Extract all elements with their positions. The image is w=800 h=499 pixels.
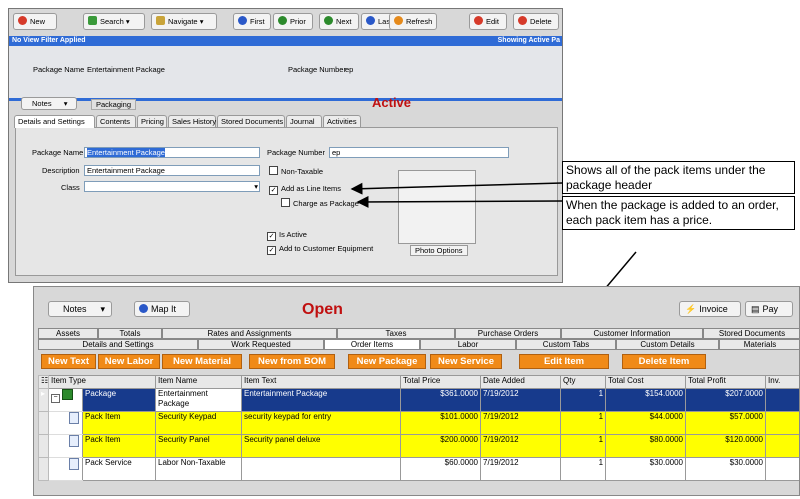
new-text-button[interactable]: New Text xyxy=(41,354,96,369)
order-notes-button[interactable]: Notes ▾ xyxy=(48,301,112,317)
collapse-icon[interactable]: − xyxy=(51,394,60,403)
table-row[interactable]: ▸ − Package Entertainment Package Entert… xyxy=(38,388,799,412)
column-item-type[interactable]: Item Type xyxy=(47,375,157,389)
column-item-name[interactable]: Item Name xyxy=(155,375,243,389)
column-item-text[interactable]: Item Text xyxy=(241,375,402,389)
arrow-to-charge-as-package xyxy=(356,195,563,208)
order-window: Notes ▾ Map It Open ⚡ Invoice ▤ Pay Assets … xyxy=(33,286,800,496)
column-total-cost[interactable]: Total Cost xyxy=(605,375,687,389)
tab-totals[interactable]: Totals xyxy=(98,328,162,339)
printer-icon: ▤ xyxy=(751,304,760,314)
column-inv[interactable]: Inv. xyxy=(765,375,799,389)
tab-purchase-orders[interactable]: Purchase Orders xyxy=(455,328,561,339)
tab-custom-details[interactable]: Custom Details xyxy=(616,339,719,350)
column-chooser-icon[interactable]: ☷ xyxy=(38,375,49,389)
new-labor-button[interactable]: New Labor xyxy=(98,354,160,369)
tab-order-items[interactable]: Order Items xyxy=(324,339,420,350)
delete-item-button[interactable]: Delete Item xyxy=(622,354,706,369)
column-total-profit[interactable]: Total Profit xyxy=(685,375,767,389)
tab-details-and-settings[interactable]: Details and Settings xyxy=(14,115,95,128)
tab-assets[interactable]: Assets xyxy=(38,328,98,339)
tab-order-details-and-settings[interactable]: Details and Settings xyxy=(38,339,198,350)
pay-button[interactable]: ▤ Pay xyxy=(745,301,793,317)
table-row[interactable]: Pack Item Security Keypad security keypa… xyxy=(38,411,799,435)
new-from-bom-button[interactable]: New from BOM xyxy=(249,354,335,369)
status-open: Open xyxy=(302,301,343,318)
package-check-icon xyxy=(62,389,73,400)
column-total-price[interactable]: Total Price xyxy=(400,375,482,389)
new-material-button[interactable]: New Material xyxy=(162,354,242,369)
table-row[interactable]: Pack Service Labor Non-Taxable $60.0000 … xyxy=(38,457,799,481)
lightning-icon: ⚡ xyxy=(685,304,697,314)
tab-rates-and-assignments[interactable]: Rates and Assignments xyxy=(162,328,337,339)
tab-taxes[interactable]: Taxes xyxy=(337,328,455,339)
arrow-to-add-as-line-items xyxy=(350,182,563,195)
map-it-button[interactable]: Map It xyxy=(134,301,190,317)
grid-header-row: ☷ Item Type Item Name Item Text Total Pr… xyxy=(38,375,799,389)
pack-service-icon xyxy=(69,458,79,470)
tab-stored-documents-order[interactable]: Stored Documents xyxy=(703,328,799,339)
tab-materials[interactable]: Materials xyxy=(719,339,799,350)
tab-work-requested[interactable]: Work Requested xyxy=(198,339,324,350)
tree-node[interactable]: − xyxy=(48,388,83,412)
new-package-button[interactable]: New Package xyxy=(348,354,426,369)
order-items-grid: ☷ Item Type Item Name Item Text Total Pr… xyxy=(38,375,799,481)
globe-icon xyxy=(139,304,148,313)
tab-labor[interactable]: Labor xyxy=(420,339,516,350)
table-row[interactable]: Pack Item Security Panel Security panel … xyxy=(38,434,799,458)
tab-customer-information[interactable]: Customer Information xyxy=(561,328,703,339)
pack-item-icon xyxy=(69,412,79,424)
column-qty[interactable]: Qty xyxy=(560,375,607,389)
edit-item-button[interactable]: Edit Item xyxy=(519,354,609,369)
pack-item-icon xyxy=(69,435,79,447)
row-pointer-icon: ▸ xyxy=(38,388,49,412)
invoice-button[interactable]: ⚡ Invoice xyxy=(679,301,741,317)
column-date-added[interactable]: Date Added xyxy=(480,375,562,389)
tab-custom-tabs[interactable]: Custom Tabs xyxy=(516,339,616,350)
new-service-button[interactable]: New Service xyxy=(430,354,502,369)
